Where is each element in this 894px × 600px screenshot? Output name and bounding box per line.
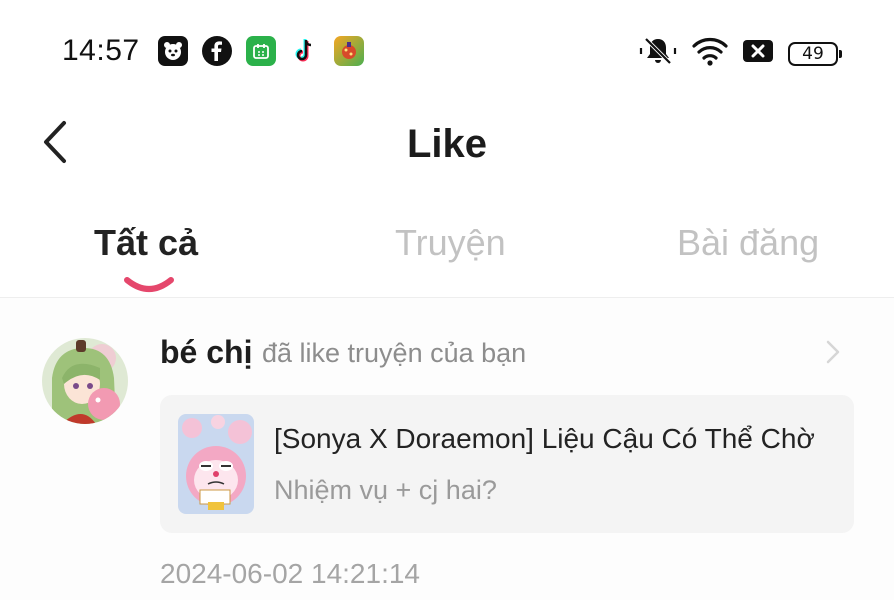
timestamp: 2024-06-02 14:21:14 — [160, 558, 420, 589]
wechat-icon — [246, 36, 276, 66]
no-sim-icon — [742, 38, 774, 69]
tab-posts[interactable]: Bài đăng — [677, 222, 819, 264]
story-card[interactable]: [Sonya X Doraemon] Liệu Cậu Có Thể Chờ N… — [160, 395, 854, 533]
bell-muted-icon — [638, 36, 678, 71]
notification-app-icons — [158, 36, 364, 66]
page-title: Like — [406, 122, 488, 166]
story-cover — [178, 414, 254, 514]
tiktok-icon — [290, 36, 320, 66]
tab-stories[interactable]: Truyện — [395, 222, 506, 264]
bear-app-icon — [158, 36, 188, 66]
game-app-icon — [334, 36, 364, 66]
facebook-icon — [202, 36, 232, 66]
chevron-right-icon[interactable] — [822, 338, 844, 366]
tab-all[interactable]: Tất cả — [94, 222, 198, 264]
battery-indicator: 49 — [788, 41, 842, 66]
active-tab-indicator — [124, 277, 174, 292]
action-text: đã like truyện của bạn — [262, 338, 527, 368]
story-title: [Sonya X Doraemon] Liệu Cậu Có Thể Chờ — [274, 423, 815, 454]
username[interactable]: bé chị — [160, 334, 252, 371]
wifi-icon — [692, 36, 728, 71]
status-time: 14:57 — [62, 34, 140, 67]
story-subtitle: Nhiệm vụ + cj hai? — [274, 475, 497, 505]
avatar[interactable] — [42, 338, 128, 424]
status-bar: 14:57 49 — [0, 0, 894, 100]
system-icons: 49 — [638, 36, 842, 71]
